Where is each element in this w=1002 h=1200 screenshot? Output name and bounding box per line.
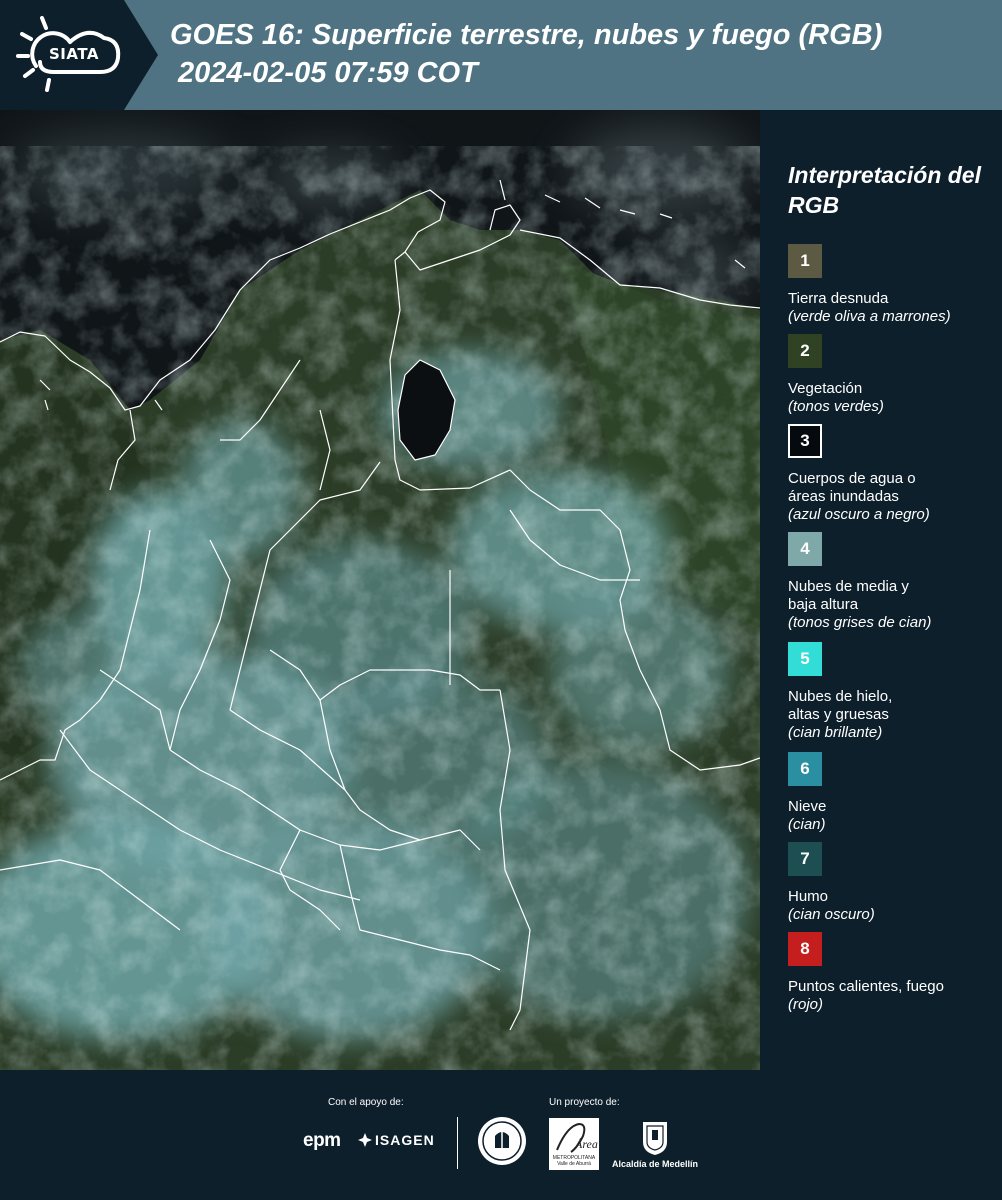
area-metropolitana-logo[interactable]: Área METROPOLITANA Valle de Aburrá: [549, 1118, 599, 1170]
alcaldia-label[interactable]: Alcaldía de Medellín: [612, 1159, 698, 1169]
legend-item-water: 3 Cuerpos de agua o áreas inundadas (azu…: [788, 424, 1002, 524]
legend-label: Cuerpos de agua o áreas inundadas: [788, 470, 916, 505]
alcaldia-seal-icon[interactable]: [641, 1118, 669, 1156]
legend-swatch: 6: [788, 752, 822, 786]
epm-logo[interactable]: epm: [303, 1130, 341, 1152]
legend-item-fire: 8 Puntos calientes, fuego (rojo): [788, 932, 1002, 1014]
legend-label: Nubes de media y baja altura: [788, 578, 909, 613]
legend-item-ice-clouds: 5 Nubes de hielo, altas y gruesas (cian …: [788, 642, 1002, 742]
area-logo-word: Área: [574, 1137, 598, 1151]
siata-logo-text: SIATA: [49, 45, 100, 63]
legend-swatch: 8: [788, 932, 822, 966]
legend-note: (verde oliva a marrones): [788, 308, 951, 325]
page-title: GOES 16: Superficie terrestre, nubes y f…: [170, 16, 1000, 92]
legend-note: (rojo): [788, 996, 824, 1013]
support-label: Con el apoyo de:: [328, 1097, 404, 1108]
legend-label: Humo: [788, 888, 829, 905]
legend-note: (azul oscuro a negro): [788, 506, 930, 523]
legend-swatch: 4: [788, 532, 822, 566]
metro-label: METROPOLITANA Valle de Aburrá: [552, 1155, 596, 1167]
legend-label: Nubes de hielo, altas y gruesas: [788, 688, 893, 723]
legend-label: Nieve: [788, 798, 827, 815]
legend-item-snow: 6 Nieve (cian): [788, 752, 1002, 834]
header-bar: SIATA GOES 16: Superficie terrestre, nub…: [0, 0, 1002, 110]
project-label: Un proyecto de:: [549, 1097, 620, 1108]
title-line-timestamp: 2024-02-05 07:59 COT: [178, 57, 478, 89]
title-line-product: GOES 16: Superficie terrestre, nubes y f…: [170, 19, 883, 51]
satellite-rgb-map[interactable]: [0, 110, 760, 1070]
legend-note: (tonos grises de cian): [788, 614, 932, 631]
legend-label: Puntos calientes, fuego: [788, 978, 944, 995]
legend-swatch: 3: [788, 424, 822, 458]
isagen-mark-icon: [358, 1133, 372, 1147]
legend-note: (cian): [788, 816, 826, 833]
legend-item-bare-soil: 1 Tierra desnuda (verde oliva a marrones…: [788, 244, 1002, 326]
legend-swatch: 1: [788, 244, 822, 278]
legend-label: Tierra desnuda: [788, 290, 889, 307]
university-seal-icon[interactable]: [477, 1116, 527, 1166]
footer-divider: [457, 1117, 458, 1169]
legend-title: Interpretación del RGB: [788, 162, 981, 218]
footer: Con el apoyo de: Un proyecto de: epm ISA…: [0, 1070, 1002, 1200]
legend-note: (cian brillante): [788, 724, 883, 741]
legend-note: (tonos verdes): [788, 398, 884, 415]
legend-note: (cian oscuro): [788, 906, 875, 923]
legend-swatch: 5: [788, 642, 822, 676]
legend-swatch: 2: [788, 334, 822, 368]
legend-item-smoke: 7 Humo (cian oscuro): [788, 842, 1002, 924]
legend-item-mid-low-clouds: 4 Nubes de media y baja altura (tonos gr…: [788, 532, 1002, 632]
legend-item-vegetation: 2 Vegetación (tonos verdes): [788, 334, 1002, 416]
isagen-logo[interactable]: ISAGEN: [375, 1132, 435, 1148]
legend-label: Vegetación: [788, 380, 863, 397]
legend-swatch: 7: [788, 842, 822, 876]
siata-logo[interactable]: SIATA: [0, 0, 160, 110]
rgb-legend: Interpretación del RGB 1 Tierra desnuda …: [760, 110, 1002, 1070]
